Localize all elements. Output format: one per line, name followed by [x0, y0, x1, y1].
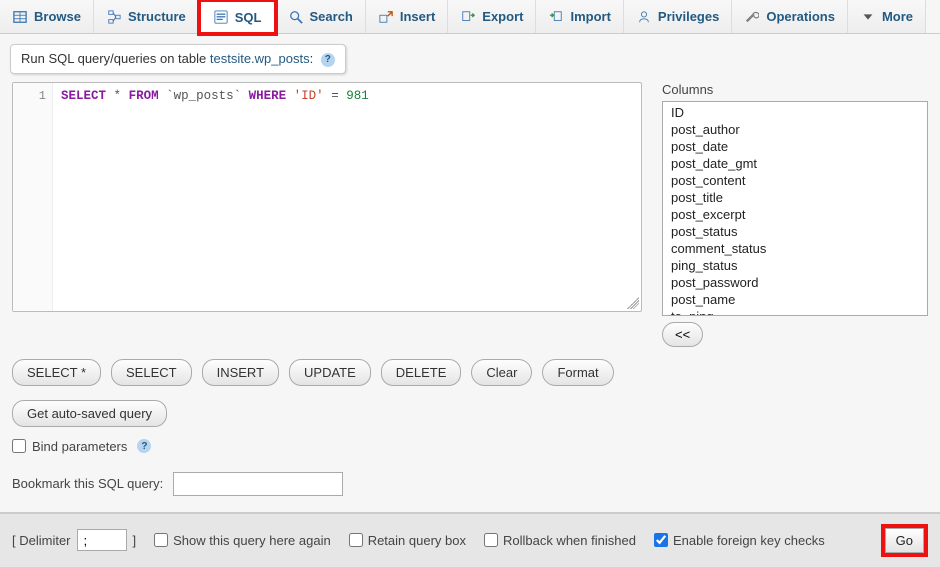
- tab-label: Browse: [34, 9, 81, 24]
- kw-from: FROM: [129, 89, 159, 103]
- show-again-checkbox[interactable]: [154, 533, 168, 547]
- tab-privileges[interactable]: Privileges: [624, 0, 732, 33]
- select-star-button[interactable]: SELECT *: [12, 359, 101, 386]
- delete-button[interactable]: DELETE: [381, 359, 462, 386]
- column-option[interactable]: post_password: [667, 274, 923, 291]
- eq: =: [331, 89, 339, 103]
- column-option[interactable]: ping_status: [667, 257, 923, 274]
- column-option[interactable]: post_excerpt: [667, 206, 923, 223]
- tab-operations[interactable]: Operations: [732, 0, 848, 33]
- rollback-checkbox[interactable]: [484, 533, 498, 547]
- fk-checks-checkbox[interactable]: [654, 533, 668, 547]
- tab-label: Structure: [128, 9, 186, 24]
- sql-editor[interactable]: 1 SELECT * FROM `wp_posts` WHERE 'ID' = …: [12, 82, 642, 312]
- sql-panel: Run SQL query/queries on table testsite.…: [0, 34, 940, 513]
- insert-column-button[interactable]: <<: [662, 322, 703, 347]
- select-button[interactable]: SELECT: [111, 359, 192, 386]
- column-option[interactable]: ID: [667, 104, 923, 121]
- column-option[interactable]: post_status: [667, 223, 923, 240]
- query-header-card: Run SQL query/queries on table testsite.…: [10, 44, 346, 74]
- go-button[interactable]: Go: [885, 528, 924, 553]
- delimiter-label-close: ]: [133, 533, 137, 548]
- column-option[interactable]: comment_status: [667, 240, 923, 257]
- editor-code[interactable]: SELECT * FROM `wp_posts` WHERE 'ID' = 98…: [53, 83, 641, 311]
- tab-label: Export: [482, 9, 523, 24]
- tab-label: Operations: [766, 9, 835, 24]
- column-option[interactable]: to_ping: [667, 308, 923, 316]
- insert-icon: [378, 9, 394, 25]
- resize-handle[interactable]: [627, 297, 639, 309]
- show-again-label[interactable]: Show this query here again: [154, 533, 331, 548]
- tab-insert[interactable]: Insert: [366, 0, 448, 33]
- show-again-text: Show this query here again: [173, 533, 331, 548]
- sql-icon: [213, 9, 229, 25]
- columns-label: Columns: [662, 82, 928, 97]
- bookmark-input[interactable]: [173, 472, 343, 496]
- retain-box-checkbox[interactable]: [349, 533, 363, 547]
- clear-button[interactable]: Clear: [471, 359, 532, 386]
- columns-listbox[interactable]: IDpost_authorpost_datepost_date_gmtpost_…: [662, 101, 928, 316]
- column-option[interactable]: post_title: [667, 189, 923, 206]
- rollback-label[interactable]: Rollback when finished: [484, 533, 636, 548]
- tab-export[interactable]: Export: [448, 0, 536, 33]
- export-icon: [460, 9, 476, 25]
- bind-parameters-label: Bind parameters: [32, 439, 127, 454]
- star: *: [114, 89, 122, 103]
- column-option[interactable]: post_date: [667, 138, 923, 155]
- structure-icon: [106, 9, 122, 25]
- delimiter-label-open: [ Delimiter: [12, 533, 71, 548]
- retain-box-text: Retain query box: [368, 533, 466, 548]
- query-header-prefix: Run SQL query/queries on table: [21, 51, 210, 66]
- delimiter-input[interactable]: [77, 529, 127, 551]
- tab-label: SQL: [235, 10, 262, 25]
- line-number: 1: [13, 89, 46, 103]
- query-header-table-link[interactable]: testsite.wp_posts: [210, 51, 310, 66]
- wrench-icon: [744, 9, 760, 25]
- rollback-text: Rollback when finished: [503, 533, 636, 548]
- footer-bar: [ Delimiter ] Show this query here again…: [0, 513, 940, 567]
- fk-checks-text: Enable foreign key checks: [673, 533, 825, 548]
- column-option[interactable]: post_content: [667, 172, 923, 189]
- tab-label: More: [882, 9, 913, 24]
- tab-import[interactable]: Import: [536, 0, 623, 33]
- tab-label: Privileges: [658, 9, 719, 24]
- tab-label: Import: [570, 9, 610, 24]
- column-option[interactable]: post_date_gmt: [667, 155, 923, 172]
- tab-more[interactable]: More: [848, 0, 926, 33]
- where-col: 'ID': [294, 89, 324, 103]
- tab-label: Insert: [400, 9, 435, 24]
- bind-parameters-checkbox[interactable]: [12, 439, 26, 453]
- privileges-icon: [636, 9, 652, 25]
- get-autosaved-button[interactable]: Get auto-saved query: [12, 400, 167, 427]
- column-option[interactable]: post_name: [667, 291, 923, 308]
- tab-sql[interactable]: SQL: [197, 0, 278, 36]
- retain-box-label[interactable]: Retain query box: [349, 533, 466, 548]
- editor-gutter: 1: [13, 83, 53, 311]
- query-header-suffix: :: [310, 51, 314, 66]
- go-highlight: Go: [881, 524, 928, 557]
- tab-search[interactable]: Search: [276, 0, 366, 33]
- tab-label: Search: [310, 9, 353, 24]
- top-tabs: Browse Structure SQL Search Insert Expor…: [0, 0, 940, 34]
- query-buttons-row: SELECT * SELECT INSERT UPDATE DELETE Cle…: [0, 355, 940, 396]
- fk-checks-label[interactable]: Enable foreign key checks: [654, 533, 825, 548]
- format-button[interactable]: Format: [542, 359, 613, 386]
- kw-where: WHERE: [249, 89, 287, 103]
- update-button[interactable]: UPDATE: [289, 359, 371, 386]
- insert-button[interactable]: INSERT: [202, 359, 279, 386]
- column-option[interactable]: post_author: [667, 121, 923, 138]
- help-icon[interactable]: ?: [321, 53, 335, 67]
- kw-select: SELECT: [61, 89, 106, 103]
- help-icon[interactable]: ?: [137, 439, 151, 453]
- where-val: 981: [346, 89, 369, 103]
- chevron-down-icon: [860, 9, 876, 25]
- tab-structure[interactable]: Structure: [94, 0, 199, 33]
- tab-browse[interactable]: Browse: [0, 0, 94, 33]
- table-icon: [12, 9, 28, 25]
- table-name: `wp_posts`: [166, 89, 241, 103]
- bookmark-label: Bookmark this SQL query:: [12, 476, 163, 491]
- import-icon: [548, 9, 564, 25]
- search-icon: [288, 9, 304, 25]
